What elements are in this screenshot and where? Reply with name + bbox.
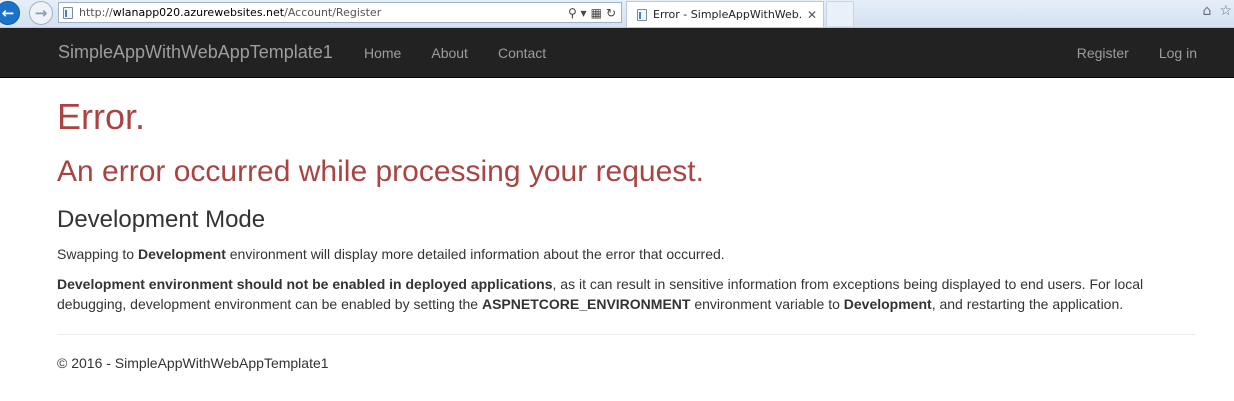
url-path: /Account/Register [284, 6, 382, 19]
swap-info-paragraph: Swapping to Development environment will… [57, 244, 1196, 264]
development-mode-heading: Development Mode [57, 206, 266, 233]
register-link[interactable]: Register [1062, 45, 1144, 61]
nav-account: Register Log in [1062, 45, 1212, 61]
error-subtitle: An error occurred while processing your … [57, 155, 704, 188]
page-icon [63, 6, 73, 19]
browser-chrome: ← → http://wlanapp020.azurewebsites.net/… [0, 0, 1234, 28]
new-tab-button[interactable] [826, 1, 854, 26]
favorites-star-icon[interactable]: ☆ [1219, 3, 1232, 19]
compatibility-icon[interactable]: ▦ [591, 6, 602, 20]
nav-links: Home About Contact [349, 45, 561, 61]
p1-pre: Swapping to [57, 246, 138, 262]
footer-divider [57, 334, 1196, 335]
p2-bold1: Development environment should not be en… [57, 276, 553, 292]
tab-title: Error - SimpleAppWithWeb... [653, 8, 801, 21]
main-content: Error. An error occurred while processin… [0, 97, 1234, 371]
tab-error-page[interactable]: Error - SimpleAppWithWeb... ✕ [626, 1, 824, 27]
site-navbar: SimpleAppWithWebAppTemplate1 Home About … [0, 28, 1234, 78]
forward-arrow-icon[interactable]: → [29, 1, 53, 25]
nav-contact-link[interactable]: Contact [483, 45, 561, 61]
footer-text: © 2016 - SimpleAppWithWebAppTemplate1 [57, 355, 329, 371]
url-prefix: http:// [79, 6, 113, 19]
p2-bold2: ASPNETCORE_ENVIRONMENT [481, 296, 691, 312]
brand-link[interactable]: SimpleAppWithWebAppTemplate1 [58, 42, 348, 63]
url-text[interactable]: http://wlanapp020.azurewebsites.net/Acco… [79, 6, 568, 19]
error-title: Error. [57, 96, 146, 137]
p1-bold: Development [137, 246, 226, 262]
p1-post: environment will display more detailed i… [225, 246, 725, 262]
search-icon[interactable]: ⚲ ▾ [568, 6, 587, 20]
p2-text2: environment variable to [690, 296, 844, 312]
tab-page-icon [637, 8, 647, 21]
nav-home-link[interactable]: Home [349, 45, 416, 61]
refresh-icon[interactable]: ↻ [606, 6, 616, 20]
login-link[interactable]: Log in [1144, 45, 1212, 61]
p2-bold3: Development [843, 296, 932, 312]
back-arrow-icon[interactable]: ← [0, 1, 20, 25]
home-icon[interactable]: ⌂ [1203, 3, 1212, 19]
close-icon[interactable]: ✕ [801, 8, 823, 22]
url-host: wlanapp020.azurewebsites.net [112, 6, 285, 19]
warning-paragraph: Development environment should not be en… [57, 274, 1196, 314]
p2-text3: , and restarting the application. [931, 296, 1124, 312]
nav-about-link[interactable]: About [416, 45, 483, 61]
address-bar[interactable]: http://wlanapp020.azurewebsites.net/Acco… [58, 2, 622, 23]
